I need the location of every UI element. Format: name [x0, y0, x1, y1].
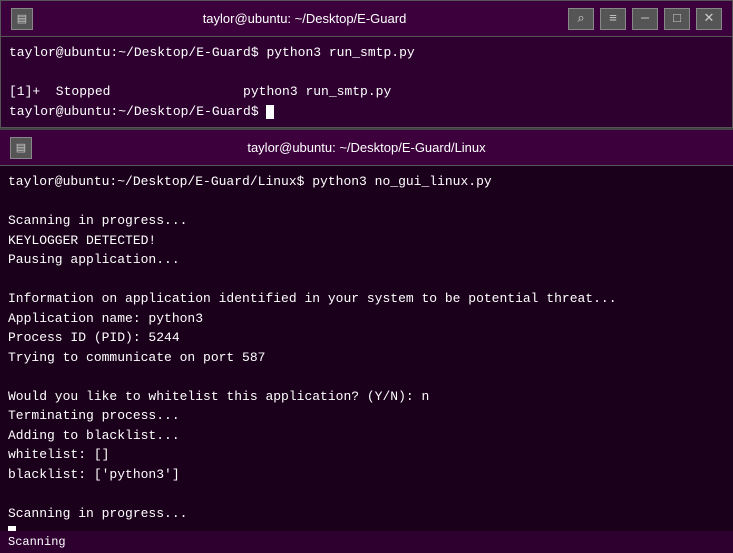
terminal-line-1-2 [9, 63, 724, 83]
terminal-window-1: ▤ taylor@ubuntu: ~/Desktop/E-Guard ⌕ ≡ ─… [0, 0, 733, 128]
status-text: Scanning [8, 535, 66, 549]
terminal-line-2-13: Adding to blacklist... [8, 426, 725, 446]
terminal-line-2-11: Would you like to whitelist this applica… [8, 387, 725, 407]
terminal-line-2-17: Scanning in progress... [8, 504, 725, 524]
window1-title: taylor@ubuntu: ~/Desktop/E-Guard [41, 11, 568, 26]
cursor-2 [8, 526, 16, 531]
maximize-button[interactable]: □ [664, 8, 690, 30]
terminal-line-2-4: Pausing application... [8, 250, 725, 270]
terminal-window-2: ▤ taylor@ubuntu: ~/Desktop/E-Guard/Linux… [0, 128, 733, 531]
terminal-icon-2: ▤ [10, 137, 32, 159]
status-bar: Scanning [0, 531, 733, 553]
terminal-line-1-1: taylor@ubuntu:~/Desktop/E-Guard$ python3… [9, 43, 724, 63]
terminal-line-2-14: whitelist: [] [8, 445, 725, 465]
terminal-line-2-16 [8, 484, 725, 504]
terminal-content-1: taylor@ubuntu:~/Desktop/E-Guard$ python3… [1, 37, 732, 127]
terminal-line-2-1 [8, 192, 725, 212]
terminal-line-2-7: Application name: python3 [8, 309, 725, 329]
close-button[interactable]: ✕ [696, 8, 722, 30]
terminal-line-2-0: taylor@ubuntu:~/Desktop/E-Guard/Linux$ p… [8, 172, 725, 192]
minimize-button[interactable]: ─ [632, 8, 658, 30]
terminal-icon-glyph-2: ▤ [16, 141, 26, 155]
title-bar-controls-1: ⌕ ≡ ─ □ ✕ [568, 8, 722, 30]
title-bar-left-2: ▤ [10, 137, 40, 159]
terminal-line-2-2: Scanning in progress... [8, 211, 725, 231]
terminal-icon-1: ▤ [11, 8, 33, 30]
terminal-line-2-15: blacklist: ['python3'] [8, 465, 725, 485]
cursor-1 [266, 105, 274, 119]
window2-title: taylor@ubuntu: ~/Desktop/E-Guard/Linux [10, 140, 723, 155]
terminal-line-2-10 [8, 367, 725, 387]
title-bar-left-1: ▤ [11, 8, 41, 30]
terminal-icon-glyph: ▤ [17, 12, 27, 26]
terminal-line-2-9: Trying to communicate on port 587 [8, 348, 725, 368]
terminal-line-2-5 [8, 270, 725, 290]
terminal-line-2-3: KEYLOGGER DETECTED! [8, 231, 725, 251]
terminal-content-2: taylor@ubuntu:~/Desktop/E-Guard/Linux$ p… [0, 166, 733, 531]
title-bar-1: ▤ taylor@ubuntu: ~/Desktop/E-Guard ⌕ ≡ ─… [1, 1, 732, 37]
title-bar-2: ▤ taylor@ubuntu: ~/Desktop/E-Guard/Linux [0, 130, 733, 166]
terminal-line-2-12: Terminating process... [8, 406, 725, 426]
terminal-line-1-4: taylor@ubuntu:~/Desktop/E-Guard$ [9, 102, 724, 122]
terminal-line-2-8: Process ID (PID): 5244 [8, 328, 725, 348]
terminal-cursor-line [8, 523, 725, 531]
search-button[interactable]: ⌕ [568, 8, 594, 30]
terminal-line-2-6: Information on application identified in… [8, 289, 725, 309]
menu-button[interactable]: ≡ [600, 8, 626, 30]
terminal-line-1-3: [1]+ Stopped python3 run_smtp.py [9, 82, 724, 102]
